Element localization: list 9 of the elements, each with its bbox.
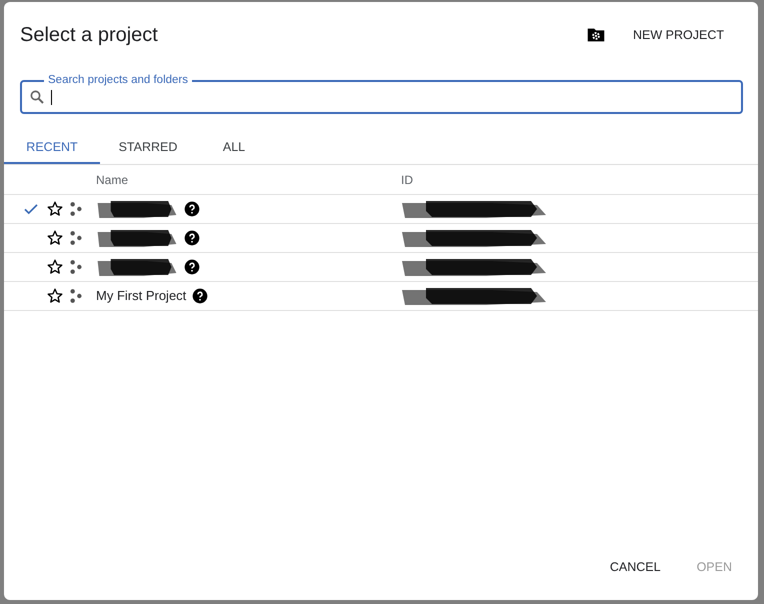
project-name: My First Project [96,288,186,303]
table-row[interactable]: My First Project [4,282,758,311]
search-label: Search projects and folders [44,73,192,87]
new-project-button[interactable]: NEW PROJECT [619,22,738,48]
column-header: Name [96,172,130,186]
cancel-button[interactable]: CANCEL [596,554,675,580]
column-header: ID [401,172,414,186]
tab[interactable]: RECENT [4,132,100,164]
dialog-title: Select a project [20,24,158,46]
